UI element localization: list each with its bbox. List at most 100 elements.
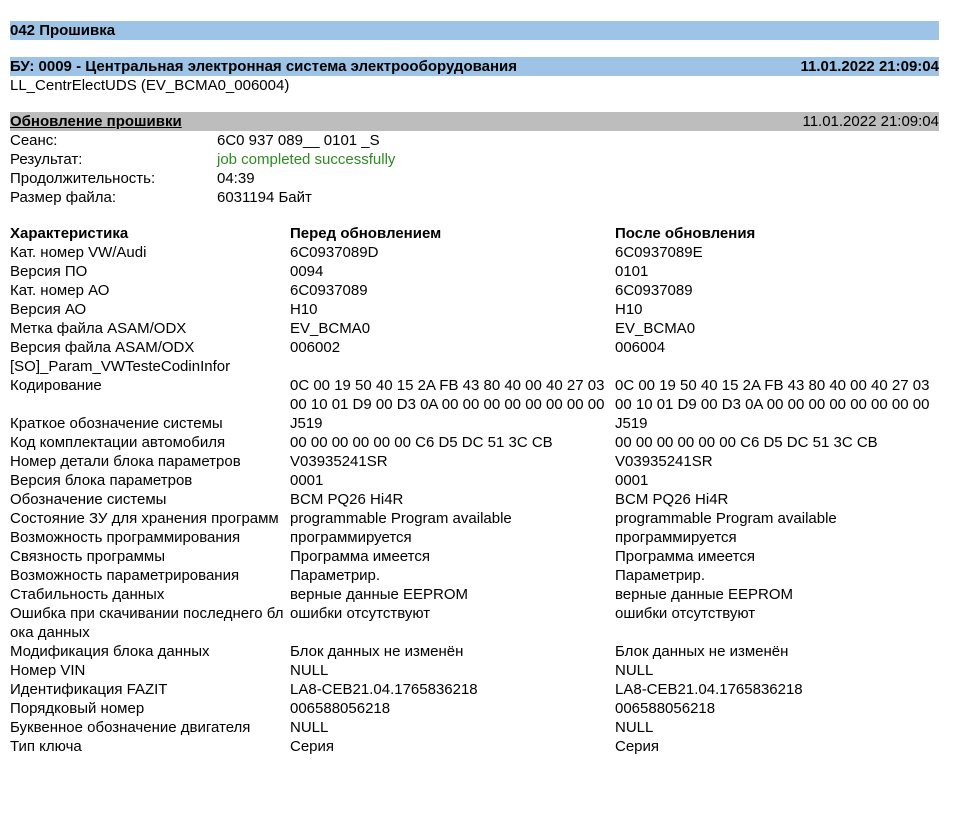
before-value-cell [290,357,615,376]
before-value-cell: 6C0937089 [290,282,368,299]
column-header-characteristic: Характеристика [10,225,129,242]
after-value-cell: ошибки отсутствуют [615,605,756,622]
after-value-cell: 0001 [615,472,649,489]
filesize-value: 6031194 Байт [217,189,312,206]
after-value-cell: 0C 00 19 50 40 15 2A FB 43 80 40 00 40 2… [615,377,930,413]
before-value-cell: H10 [290,301,318,318]
after-value-cell: 0101 [615,263,649,280]
table-row: Возможность программирования программируе… [10,528,939,547]
before-value-cell: Параметрир. [290,567,381,584]
table-row: Обозначение системы BCM PQ26 Hi4R BCM PQ26… [10,490,939,509]
before-value-cell: Блок данных не изменён [290,643,464,660]
table-row: Номер VIN NULL NULL [10,661,939,680]
after-value-cell: V03935241SR [615,453,713,470]
section-title: 042 Прошивка [10,22,116,39]
table-row: Код комплектации автомобиля 00 00 00 00 0… [10,433,939,452]
duration-label: Продолжительность: [10,170,156,187]
table-row: Метка файла ASAM/ODX EV_BCMA0 EV_BCMA0 [10,319,939,338]
update-header-bar: Обновление прошивки 11.01.2022 21:09:04 [10,112,939,131]
table-row: Связность программы Программа имеется Прог… [10,547,939,566]
table-row: Версия ПО 0094 0101 [10,262,939,281]
characteristic-cell: Краткое обозначение системы [10,415,223,432]
before-value-cell: Программа имеется [290,548,430,565]
before-value-cell: V03935241SR [290,453,388,470]
after-value-cell: 6C0937089E [615,244,703,261]
table-row: Версия блока параметров 0001 0001 [10,471,939,490]
table-row: Кат. номер АО 6C0937089 6C0937089 [10,281,939,300]
report-page: 042 Прошивка БУ: 0009 - Центральная элек… [10,21,939,756]
duration-row: Продолжительность: 04:39 [10,169,939,188]
before-value-cell: Серия [290,738,335,755]
result-label: Результат: [10,151,83,168]
after-value-cell: 006004 [615,339,666,356]
after-value-cell: Программа имеется [615,548,755,565]
table-row: Ошибка при скачивании последнего блока д… [10,604,939,642]
before-value-cell: BCM PQ26 Hi4R [290,491,404,508]
before-value-cell: 0C 00 19 50 40 15 2A FB 43 80 40 00 40 2… [290,377,605,413]
session-label: Сеанс: [10,132,58,149]
table-row: Версия файла ASAM/ODX 006002 006004 [10,338,939,357]
ecu-subtitle: LL_CentrElectUDS (EV_BCMA0_006004) [10,77,290,94]
characteristic-cell: Стабильность данных [10,586,165,603]
after-value-cell: Серия [615,738,660,755]
table-row: Номер детали блока параметров V03935241SR… [10,452,939,471]
session-row: Сеанс: 6C0 937 089__ 0101 _S [10,131,939,150]
characteristic-cell: [SO]_Param_VWTesteCodinInfor [10,358,231,375]
column-header-after: После обновления [615,225,756,242]
characteristic-cell: Обозначение системы [10,491,167,508]
after-value-cell: BCM PQ26 Hi4R [615,491,729,508]
before-value-cell: 0094 [290,263,324,280]
table-row: Возможность параметрирования Параметрир. П… [10,566,939,585]
table-header-row: Характеристика Перед обновлением После о… [10,224,939,243]
table-row: [SO]_Param_VWTesteCodinInfor [10,357,939,376]
filesize-row: Размер файла: 6031194 Байт [10,188,939,207]
characteristic-cell: Модификация блока данных [10,643,210,660]
characteristic-cell: Состояние ЗУ для хранения программ [10,510,279,527]
table-body: Кат. номер VW/Audi 6C0937089D 6C0937089E Ве… [10,243,939,756]
before-value-cell: 0001 [290,472,324,489]
before-value-cell: программируется [290,529,412,546]
after-value-cell: программируется [615,529,737,546]
characteristic-cell: Возможность параметрирования [10,567,240,584]
table-row: Идентификация FAZIT LA8-CEB21.04.17658362… [10,680,939,699]
table-row: Состояние ЗУ для хранения программ progra… [10,509,939,528]
characteristic-cell: Номер детали блока параметров [10,453,241,470]
before-value-cell: J519 [290,415,323,432]
characteristic-cell: Версия ПО [10,263,88,280]
filesize-label: Размер файла: [10,189,117,206]
characteristic-cell: Версия блока параметров [10,472,193,489]
before-value-cell: LA8-CEB21.04.1765836218 [290,681,478,698]
before-value-cell: верные данные EEPROM [290,586,469,603]
characteristic-cell: Метка файла ASAM/ODX [10,320,187,337]
attributes-table: Характеристика Перед обновлением После о… [10,224,939,756]
before-value-cell: ошибки отсутствуют [290,605,431,622]
before-value-cell: NULL [290,662,329,679]
before-value-cell: 6C0937089D [290,244,379,261]
after-value-cell: programmable Program available [615,510,837,527]
table-row: Кодирование 0C 00 19 50 40 15 2A FB 43 80… [10,376,939,414]
characteristic-cell: Версия АО [10,301,87,318]
characteristic-cell: Порядковый номер [10,700,145,717]
after-value-cell: NULL [615,719,654,736]
after-value-cell: H10 [615,301,643,318]
characteristic-cell: Связность программы [10,548,165,565]
before-value-cell: EV_BCMA0 [290,320,371,337]
table-row: Тип ключа Серия Серия [10,737,939,756]
table-row: Буквенное обозначение двигателя NULL NULL [10,718,939,737]
column-header-before: Перед обновлением [290,225,442,242]
characteristic-cell: Ошибка при скачивании последнего блока д… [10,605,284,641]
after-value-cell: EV_BCMA0 [615,320,696,337]
characteristic-cell: Возможность программирования [10,529,241,546]
ecu-header: БУ: 0009 - Центральная электронная систе… [10,58,518,75]
before-value-cell: 006002 [290,339,341,356]
section-title-bar: 042 Прошивка [10,21,939,40]
characteristic-cell: Кат. номер АО [10,282,110,299]
after-value-cell: Блок данных не изменён [615,643,789,660]
after-value-cell: LA8-CEB21.04.1765836218 [615,681,803,698]
table-row: Порядковый номер 006588056218 006588056218 [10,699,939,718]
after-value-cell: NULL [615,662,654,679]
ecu-timestamp: 11.01.2022 21:09:04 [800,58,939,75]
characteristic-cell: Кодирование [10,377,102,394]
table-row: Модификация блока данных Блок данных не и… [10,642,939,661]
after-value-cell: верные данные EEPROM [615,586,794,603]
